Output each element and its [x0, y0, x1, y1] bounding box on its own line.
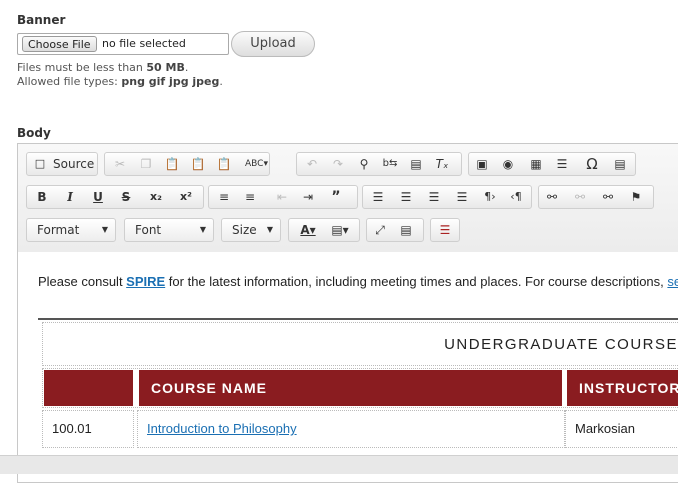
file-size-help: Files must be less than 50 MB. — [17, 61, 189, 74]
embed-link-icon[interactable]: ⚯ — [599, 189, 617, 205]
unlink-icon[interactable]: ⚯ — [571, 189, 589, 205]
page-break-marker-icon[interactable]: ☰ — [436, 222, 454, 238]
find-icon[interactable]: ⚲ — [355, 156, 373, 172]
table-top-border — [38, 318, 678, 320]
flash-icon[interactable]: ◉ — [499, 156, 517, 172]
align-center-icon[interactable]: ☰ — [397, 189, 415, 205]
source-icon: □ — [34, 157, 46, 170]
justify-icon[interactable]: ☰ — [453, 189, 471, 205]
align-group: ☰ ☰ ☰ ☰ ¶› ‹¶ — [362, 185, 532, 209]
list-group: ≡ ≡ ⇤ ⇥ ” — [208, 185, 358, 209]
table-icon[interactable]: ▦ — [527, 156, 545, 172]
superscript-icon[interactable]: x² — [177, 189, 195, 205]
editor-status-bar — [0, 455, 678, 474]
file-types-help: Allowed file types: png gif jpg jpeg. — [17, 75, 223, 88]
choose-file-button[interactable]: Choose File — [22, 36, 97, 52]
course-link[interactable]: Introduction to Philosophy — [147, 421, 297, 436]
chevron-down-icon: ▼ — [101, 225, 108, 234]
strikethrough-icon[interactable]: S — [117, 189, 135, 205]
indent-icon[interactable]: ⇥ — [299, 189, 317, 205]
format-label: Format — [37, 223, 80, 237]
body-label: Body — [17, 126, 51, 140]
edit-group: ↶ ↷ ⚲ b⇆ ▤ Tₓ — [296, 152, 462, 176]
banner-file-input[interactable]: Choose File no file selected — [17, 33, 229, 55]
about-group: ☰ — [430, 218, 460, 242]
align-left-icon[interactable]: ☰ — [369, 189, 387, 205]
course-descriptions-link[interactable]: se — [667, 274, 678, 289]
spellcheck-icon[interactable]: ABC▾ — [245, 156, 268, 172]
align-right-icon[interactable]: ☰ — [425, 189, 443, 205]
numbered-list-icon[interactable]: ≡ — [215, 189, 233, 205]
color-group: A▾ ▤▾ — [288, 218, 360, 242]
copy-icon[interactable]: ❐ — [137, 156, 155, 172]
size-dropdown[interactable]: Size ▼ — [221, 218, 281, 242]
instructor-name: Markosian — [575, 421, 635, 436]
course-number: 100.01 — [52, 421, 92, 436]
file-size-limit: 50 MB — [146, 61, 185, 74]
source-button[interactable]: □ Source — [26, 152, 98, 176]
horizontal-line-icon[interactable]: ☰ — [553, 156, 571, 172]
subscript-icon[interactable]: x₂ — [147, 189, 165, 205]
select-all-icon[interactable]: ▤ — [407, 156, 425, 172]
file-status: no file selected — [102, 37, 186, 50]
bold-icon[interactable]: B — [33, 189, 51, 205]
upload-button[interactable]: Upload — [231, 31, 315, 57]
bullet-list-icon[interactable]: ≡ — [241, 189, 259, 205]
cut-icon[interactable]: ✂ — [111, 156, 129, 172]
clipboard-group: ✂ ❐ 📋 📋 📋 ABC▾ — [104, 152, 270, 176]
font-label: Font — [135, 223, 162, 237]
format-dropdown[interactable]: Format ▼ — [26, 218, 116, 242]
paste-icon[interactable]: 📋 — [163, 156, 181, 172]
replace-icon[interactable]: b⇆ — [381, 156, 399, 172]
italic-icon[interactable]: I — [61, 189, 79, 205]
special-char-icon[interactable]: Ω — [583, 156, 601, 172]
paste-text-icon[interactable]: 📋 — [189, 156, 207, 172]
outdent-icon[interactable]: ⇤ — [273, 189, 291, 205]
underline-icon[interactable]: U — [89, 189, 107, 205]
remove-format-icon[interactable]: Tₓ — [433, 156, 451, 172]
banner-label: Banner — [17, 13, 66, 27]
paste-word-icon[interactable]: 📋 — [215, 156, 233, 172]
file-types-list: png gif jpg jpeg — [121, 75, 220, 88]
bg-color-icon[interactable]: ▤▾ — [327, 222, 353, 238]
font-dropdown[interactable]: Font ▼ — [124, 218, 214, 242]
editor-toolbar: □ Source ✂ ❐ 📋 📋 📋 ABC▾ ↶ ↷ ⚲ b⇆ ▤ Tₓ ▣ … — [18, 144, 678, 253]
header-course-name: COURSE NAME — [139, 370, 562, 406]
size-label: Size — [232, 223, 257, 237]
text-direction-ltr-icon[interactable]: ¶› — [481, 189, 499, 205]
redo-icon[interactable]: ↷ — [329, 156, 347, 172]
tools-group: ⤢ ▤ — [366, 218, 424, 242]
spire-link[interactable]: SPIRE — [126, 274, 165, 289]
header-instructor: INSTRUCTOR — [567, 370, 678, 406]
blockquote-icon[interactable]: ” — [327, 189, 345, 205]
undo-icon[interactable]: ↶ — [303, 156, 321, 172]
show-blocks-icon[interactable]: ▤ — [397, 222, 415, 238]
chevron-down-icon: ▼ — [199, 225, 206, 234]
text-color-icon[interactable]: A▾ — [295, 222, 321, 238]
anchor-flag-icon[interactable]: ⚑ — [627, 189, 645, 205]
link-group: ⚯ ⚯ ⚯ ⚑ — [538, 185, 654, 209]
text-direction-rtl-icon[interactable]: ‹¶ — [507, 189, 525, 205]
basic-styles-group: B I U S x₂ x² — [26, 185, 204, 209]
source-label: Source — [53, 157, 95, 171]
header-cell-number — [44, 370, 133, 406]
intro-paragraph: Please consult SPIRE for the latest info… — [38, 274, 678, 289]
table-title: UNDERGRADUATE COURSE — [444, 336, 678, 353]
link-icon[interactable]: ⚯ — [543, 189, 561, 205]
insert-group: ▣ ◉ ▦ ☰ Ω ▤ — [468, 152, 636, 176]
chevron-down-icon: ▼ — [266, 225, 273, 234]
maximize-icon[interactable]: ⤢ — [371, 222, 389, 238]
page-break-icon[interactable]: ▤ — [611, 156, 629, 172]
image-icon[interactable]: ▣ — [473, 156, 491, 172]
